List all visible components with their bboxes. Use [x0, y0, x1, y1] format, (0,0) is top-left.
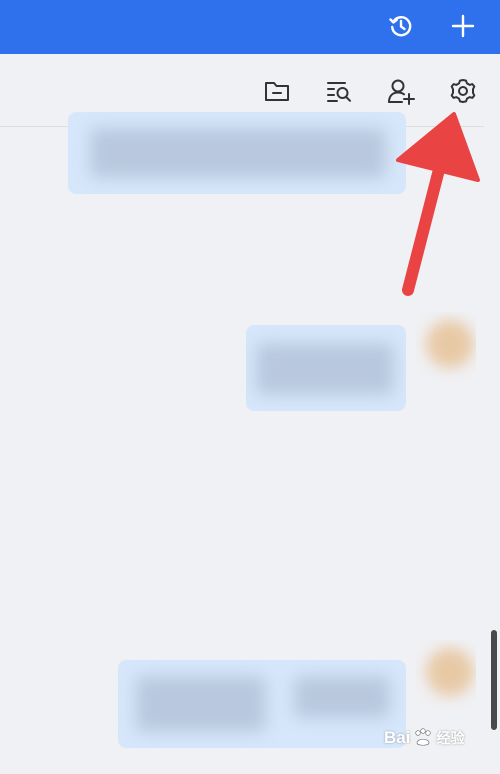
plus-icon[interactable] — [449, 12, 477, 40]
watermark-brand: Bai — [384, 728, 411, 747]
avatar[interactable] — [416, 312, 476, 388]
scrollbar[interactable] — [491, 630, 497, 730]
red-arrow-annotation — [396, 112, 480, 296]
watermark: Bai 经验 — [384, 722, 464, 754]
message-bubble-outgoing[interactable] — [68, 112, 406, 194]
paw-logo-icon — [412, 727, 434, 749]
top-bar — [0, 0, 500, 54]
history-clock-icon[interactable] — [387, 12, 415, 40]
gear-icon[interactable] — [448, 76, 478, 106]
watermark-suffix: 经验 — [436, 730, 465, 746]
message-bubble-outgoing[interactable] — [246, 325, 406, 411]
avatar[interactable] — [416, 640, 476, 716]
message-bubble-outgoing[interactable] — [118, 660, 406, 748]
add-contact-icon[interactable] — [386, 76, 416, 106]
folder-icon[interactable] — [262, 76, 292, 106]
search-list-icon[interactable] — [324, 76, 354, 106]
